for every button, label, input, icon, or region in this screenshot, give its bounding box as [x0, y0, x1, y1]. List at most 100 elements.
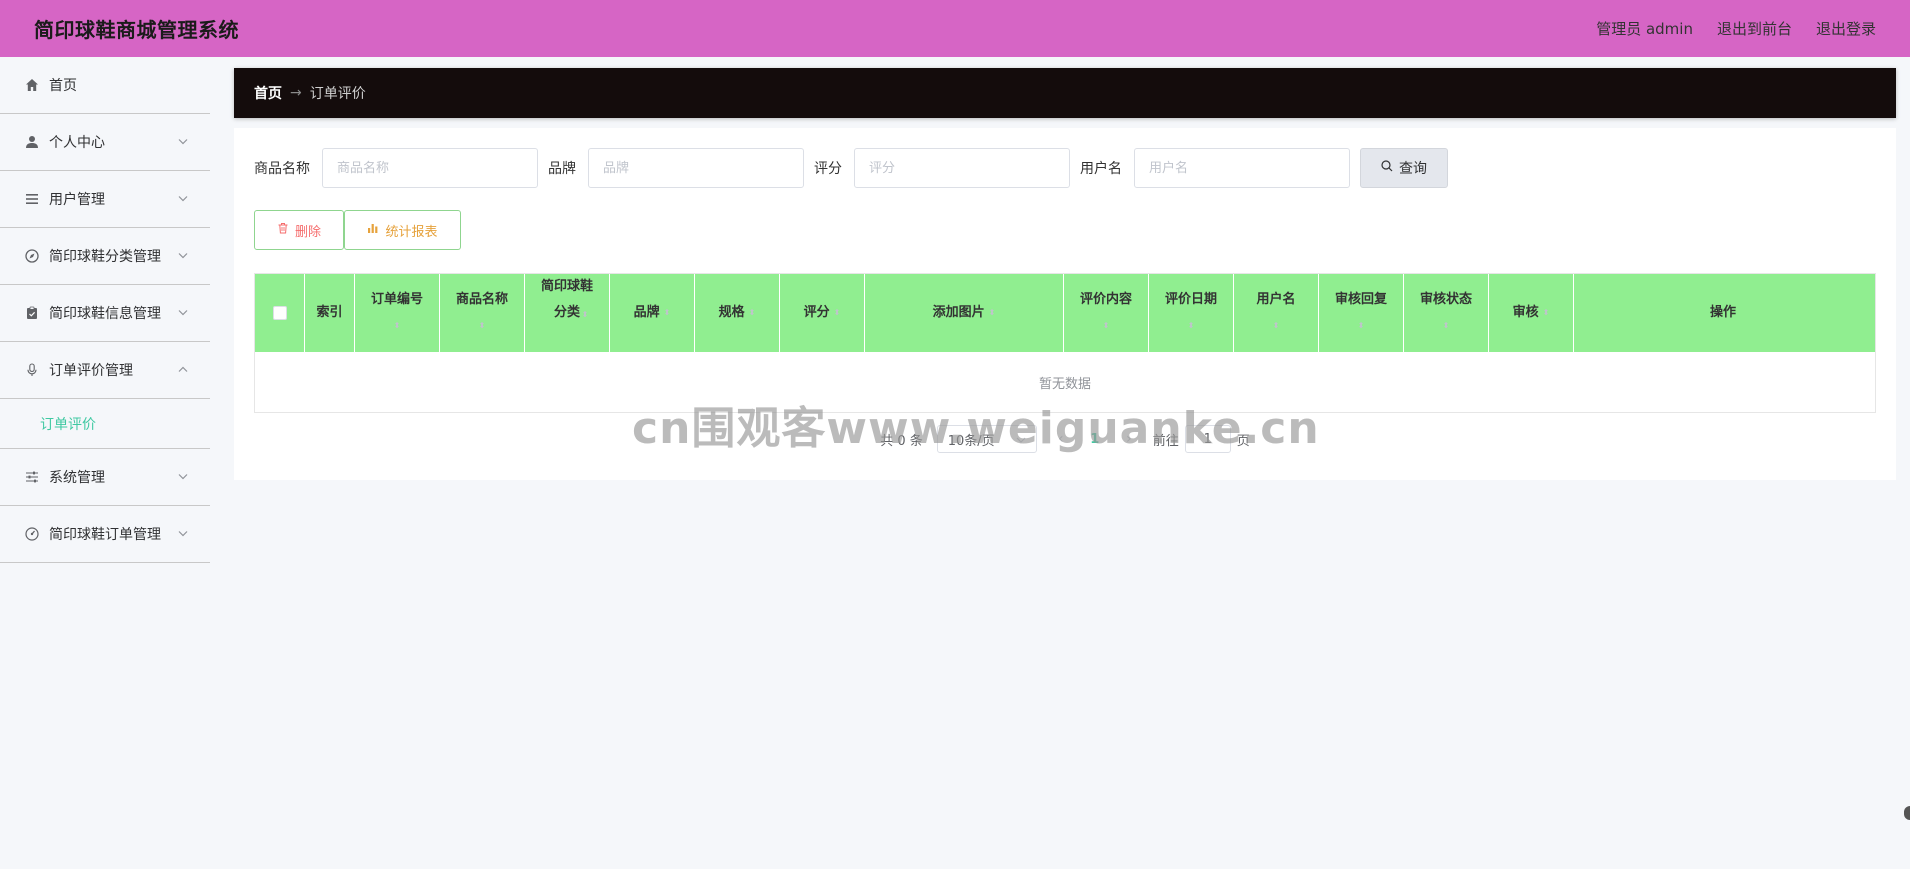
- page-jumper: 前往 页: [1153, 425, 1250, 453]
- column-product-name[interactable]: 商品名称 ⬍: [440, 274, 525, 352]
- sidebar-item-category-management[interactable]: 简印球鞋分类管理: [0, 228, 210, 285]
- sidebar-item-label: 订单评价管理: [49, 363, 133, 379]
- rating-input[interactable]: [854, 148, 1070, 188]
- column-rating[interactable]: 评分 ⬍: [780, 274, 865, 352]
- sidebar-item-label: 简印球鞋信息管理: [49, 306, 161, 322]
- logout-link[interactable]: 退出登录: [1816, 18, 1876, 39]
- sidebar-item-label: 系统管理: [49, 470, 105, 486]
- sort-icon[interactable]: ⬍: [749, 300, 756, 326]
- sidebar-subitem-order-review[interactable]: 订单评价: [0, 399, 210, 449]
- delete-button[interactable]: 删除: [254, 210, 344, 250]
- sort-icon[interactable]: ⬍: [1543, 300, 1550, 326]
- sidebar-item-order-management[interactable]: 简印球鞋订单管理: [0, 506, 210, 563]
- prev-page-icon[interactable]: ‹: [1051, 431, 1071, 447]
- chevron-down-icon: [178, 194, 188, 205]
- column-label: 订单编号: [370, 292, 423, 307]
- sidebar-item-label: 简印球鞋分类管理: [49, 249, 161, 265]
- chevron-down-icon: [178, 137, 188, 148]
- query-button[interactable]: 查询: [1360, 148, 1448, 188]
- column-review-content[interactable]: 评价内容 ⬍: [1064, 274, 1149, 352]
- page-size-value: 10条/页: [947, 433, 995, 449]
- column-label: 评价日期: [1164, 292, 1217, 307]
- chevron-down-icon: [1016, 432, 1026, 447]
- sidebar-item-home[interactable]: 首页: [0, 57, 210, 114]
- column-category[interactable]: 简印球鞋分类 ⬍: [525, 274, 610, 352]
- sidebar-item-label: 简印球鞋订单管理: [49, 527, 161, 543]
- sort-icon[interactable]: ⬍: [834, 300, 841, 326]
- sidebar: 首页 个人中心 用户管理 简印球鞋分类管理 简印球鞋信息管理 订单评价管理 订单…: [0, 57, 210, 869]
- column-username[interactable]: 用户名 ⬍: [1234, 274, 1319, 352]
- product-name-label: 商品名称: [254, 161, 310, 177]
- action-toolbar: 删除 统计报表: [254, 210, 1876, 250]
- chevron-down-icon: [178, 472, 188, 483]
- column-label: 评分: [803, 305, 830, 320]
- sort-icon[interactable]: ⬍: [1103, 313, 1110, 339]
- edge-handle: [1904, 806, 1910, 820]
- product-name-input[interactable]: [322, 148, 538, 188]
- select-all-checkbox[interactable]: [272, 306, 287, 320]
- sidebar-item-product-info-management[interactable]: 简印球鞋信息管理: [0, 285, 210, 342]
- column-label: 品牌: [633, 305, 660, 320]
- sidebar-item-system-management[interactable]: 系统管理: [0, 449, 210, 506]
- sidebar-item-order-review-management[interactable]: 订单评价管理: [0, 342, 210, 399]
- breadcrumb: 首页 → 订单评价: [234, 68, 1896, 118]
- column-audit[interactable]: 审核 ⬍: [1489, 274, 1574, 352]
- stats-report-button[interactable]: 统计报表: [344, 210, 461, 250]
- trash-icon: [277, 222, 289, 238]
- search-icon: [1381, 160, 1393, 176]
- table-header: 索引 订单编号 ⬍ 商品名称 ⬍ 简印球鞋分类 ⬍ 品牌 ⬍ 规格 ⬍ 评分 ⬍…: [255, 274, 1875, 352]
- microphone-icon: [24, 362, 40, 378]
- sidebar-item-personal-center[interactable]: 个人中心: [0, 114, 210, 171]
- page-size-select[interactable]: 10条/页: [936, 425, 1037, 453]
- rating-label: 评分: [814, 161, 842, 177]
- next-page-icon[interactable]: ›: [1119, 431, 1139, 447]
- sort-icon[interactable]: ⬍: [1358, 313, 1365, 339]
- sort-icon[interactable]: ⬍: [1443, 313, 1450, 339]
- sidebar-item-user-management[interactable]: 用户管理: [0, 171, 210, 228]
- column-review-date[interactable]: 评价日期 ⬍: [1149, 274, 1234, 352]
- home-icon: [24, 77, 40, 93]
- sort-icon[interactable]: ⬍: [1273, 313, 1280, 339]
- sidebar-item-label: 用户管理: [49, 192, 105, 208]
- query-button-label: 查询: [1399, 161, 1427, 177]
- column-spec[interactable]: 规格 ⬍: [695, 274, 780, 352]
- sort-icon[interactable]: ⬍: [989, 300, 996, 326]
- user-icon: [24, 134, 40, 150]
- column-order-number[interactable]: 订单编号 ⬍: [355, 274, 440, 352]
- app-title: 简印球鞋商城管理系统: [34, 18, 239, 42]
- column-brand[interactable]: 品牌 ⬍: [610, 274, 695, 352]
- pagination: 共 0 条 10条/页 ‹ 1 › 前往 页: [254, 425, 1876, 453]
- sort-icon[interactable]: ⬍: [664, 300, 671, 326]
- top-actions: 管理员 admin 退出到前台 退出登录: [1596, 18, 1876, 39]
- gauge-icon: [24, 526, 40, 542]
- content-panel: 商品名称 品牌 评分 用户名 查询 删除: [234, 128, 1896, 480]
- sort-icon[interactable]: ⬍: [394, 313, 401, 339]
- column-operations: 操作: [1574, 274, 1872, 352]
- pagination-total: 共 0 条: [880, 433, 923, 449]
- breadcrumb-separator: →: [290, 85, 302, 101]
- search-form: 商品名称 品牌 评分 用户名 查询: [254, 148, 1876, 188]
- sort-icon[interactable]: ⬍: [1188, 313, 1195, 339]
- clipboard-icon: [24, 305, 40, 321]
- username-label: 用户名: [1080, 161, 1122, 177]
- column-audit-status[interactable]: 审核状态 ⬍: [1404, 274, 1489, 352]
- column-label: 索引: [316, 305, 343, 320]
- admin-label: 管理员 admin: [1596, 20, 1693, 38]
- column-images[interactable]: 添加图片 ⬍: [865, 274, 1064, 352]
- column-label: 规格: [718, 305, 745, 320]
- breadcrumb-home[interactable]: 首页: [254, 83, 282, 103]
- goto-suffix: 页: [1236, 433, 1250, 449]
- exit-to-front-link[interactable]: 退出到前台: [1717, 18, 1792, 39]
- page-number-current[interactable]: 1: [1085, 432, 1105, 447]
- goto-page-input[interactable]: [1184, 425, 1231, 453]
- sort-icon[interactable]: ⬍: [582, 302, 589, 328]
- brand-input[interactable]: [588, 148, 804, 188]
- column-label: 审核回复: [1334, 292, 1387, 307]
- goto-prefix: 前往: [1152, 433, 1179, 449]
- column-audit-reply[interactable]: 审核回复 ⬍: [1319, 274, 1404, 352]
- compass-icon: [24, 248, 40, 264]
- username-input[interactable]: [1134, 148, 1350, 188]
- sort-icon[interactable]: ⬍: [479, 313, 486, 339]
- stats-button-label: 统计报表: [385, 224, 438, 240]
- select-all-column: [255, 274, 305, 352]
